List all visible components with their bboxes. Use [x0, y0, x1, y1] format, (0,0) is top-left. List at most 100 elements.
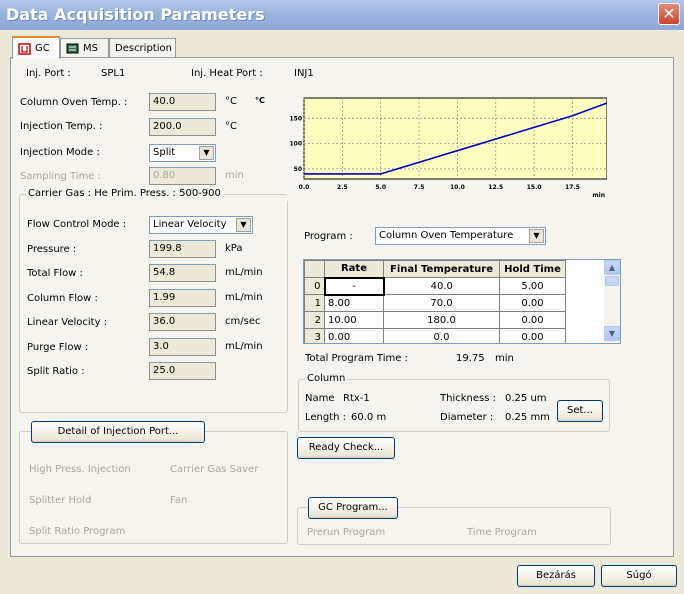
hold-time-cell[interactable]: 0.00: [499, 294, 566, 312]
column-flow-label: Column Flow :: [27, 293, 98, 304]
hold-time-cell[interactable]: 0.00: [499, 311, 566, 329]
table-row[interactable]: 3 0.00 0.0 0.00: [304, 328, 566, 343]
column-flow-field[interactable]: 1.99: [149, 289, 216, 307]
dialog-client: GC MS Description Inj. Port : SPL1 Inj. …: [4, 30, 680, 590]
chevron-down-icon[interactable]: ▼: [236, 218, 251, 232]
table-row[interactable]: 0 - 40.0 5.00: [304, 276, 566, 296]
rate-cell[interactable]: 8.00: [324, 294, 384, 312]
tab-ms-label: MS: [83, 43, 98, 54]
fan-option[interactable]: Fan: [170, 495, 187, 506]
linear-velocity-field[interactable]: 36.0: [149, 313, 216, 331]
injection-mode-value: Split: [153, 147, 176, 158]
carrier-gas-group-label: Carrier Gas : He Prim. Press. : 500-900: [26, 188, 223, 199]
purge-flow-unit: mL/min: [225, 341, 263, 352]
column-group: Column Name Rtx-1 Length : 60.0 m Thickn…: [298, 373, 610, 432]
column-oven-temp-unit: °C: [225, 96, 237, 107]
tab-gc[interactable]: GC: [12, 36, 60, 59]
row-number: 3: [304, 328, 325, 343]
inj-heat-port-label: Inj. Heat Port :: [191, 68, 263, 79]
total-flow-unit: mL/min: [225, 267, 263, 278]
splitter-hold-option[interactable]: Splitter Hold: [29, 495, 91, 506]
split-ratio-program-option[interactable]: Split Ratio Program: [29, 526, 125, 537]
chart-x-tick-label: 7.5: [414, 184, 425, 191]
table-row[interactable]: 1 8.00 70.0 0.00: [304, 294, 566, 312]
column-oven-temp-field[interactable]: 40.0: [149, 93, 216, 111]
hold-time-cell[interactable]: 5.00: [499, 277, 566, 295]
high-press-injection-option[interactable]: High Press. Injection: [29, 464, 131, 475]
total-program-time-value: 19.75: [456, 353, 485, 364]
detail-injection-port-button[interactable]: Detail of Injection Port...: [31, 421, 205, 443]
rate-cell[interactable]: -: [323, 276, 385, 296]
injection-temp-unit: °C: [225, 121, 237, 132]
scroll-down-icon[interactable]: ▼: [604, 326, 620, 341]
injection-temp-field[interactable]: 200.0: [149, 118, 216, 136]
rate-cell[interactable]: 0.00: [324, 328, 384, 343]
tab-description[interactable]: Description: [109, 38, 176, 58]
program-label: Program :: [304, 231, 353, 242]
table-header-cell: Final Temperature: [383, 260, 500, 278]
scroll-up-icon[interactable]: ▲: [604, 260, 620, 275]
tab-description-label: Description: [115, 43, 172, 54]
table-header-cell: Rate: [324, 260, 384, 278]
flow-control-mode-select[interactable]: Linear Velocity ▼: [149, 216, 253, 234]
final-temperature-cell[interactable]: 180.0: [383, 311, 500, 329]
chart-x-tick-label: 15.0: [527, 184, 542, 191]
chart-y-tick-label: 50: [294, 166, 302, 173]
help-button[interactable]: Súgó: [601, 565, 677, 587]
chart-y-tick-label: 150: [289, 115, 302, 122]
close-dialog-button[interactable]: Bezárás: [517, 565, 595, 587]
final-temperature-cell[interactable]: 0.0: [383, 328, 500, 343]
final-temperature-cell[interactable]: 40.0: [383, 277, 500, 295]
injection-port-group: Detail of Injection Port... High Press. …: [19, 421, 288, 544]
table-header-cell: [304, 260, 325, 278]
linear-velocity-label: Linear Velocity :: [27, 317, 108, 328]
table-scrollbar[interactable]: ▲ ▼: [604, 260, 620, 343]
gc-program-group: GC Program... Prerun Program Time Progra…: [297, 497, 611, 545]
prerun-program-option[interactable]: Prerun Program: [307, 527, 385, 538]
window-title: Data Acquisition Parameters: [6, 5, 265, 24]
program-table-container: Rate Final Temperature Hold Time 0 - 40.…: [303, 259, 621, 344]
hold-time-cell[interactable]: 0.00: [499, 328, 566, 343]
column-oven-temp-label: Column Oven Temp. :: [20, 97, 128, 108]
gc-program-button[interactable]: GC Program...: [308, 497, 398, 519]
column-thickness-value: 0.25 um: [505, 393, 547, 404]
final-temperature-cell[interactable]: 70.0: [383, 294, 500, 312]
column-set-button[interactable]: Set...: [557, 400, 603, 422]
purge-flow-label: Purge Flow :: [27, 342, 89, 353]
chart-y-unit: °C: [255, 96, 265, 105]
split-ratio-field[interactable]: 25.0: [149, 362, 216, 380]
sampling-time-field[interactable]: 0.80: [149, 167, 216, 185]
tab-gc-label: GC: [35, 43, 50, 54]
split-ratio-label: Split Ratio :: [27, 366, 85, 377]
inj-port-value: SPL1: [101, 68, 126, 79]
chart-x-tick-label: 12.5: [488, 184, 503, 191]
chart-plot-area: [303, 97, 607, 180]
total-flow-field[interactable]: 54.8: [149, 264, 216, 282]
sampling-time-unit: min: [225, 170, 244, 181]
title-bar: Data Acquisition Parameters ✕: [0, 0, 684, 30]
injection-mode-select[interactable]: Split ▼: [149, 144, 216, 162]
carrier-gas-saver-option[interactable]: Carrier Gas Saver: [170, 464, 258, 475]
program-select[interactable]: Column Oven Temperature ▼: [375, 227, 546, 245]
injection-mode-label: Injection Mode :: [20, 147, 100, 158]
scroll-thumb[interactable]: [605, 276, 619, 286]
chart-x-tick-label: 2.5: [337, 184, 348, 191]
close-button[interactable]: ✕: [658, 3, 680, 25]
rate-cell[interactable]: 10.00: [324, 311, 384, 329]
ms-instrument-icon: [66, 43, 79, 54]
tab-ms[interactable]: MS: [60, 38, 109, 58]
carrier-gas-group: Carrier Gas : He Prim. Press. : 500-900 …: [19, 188, 288, 413]
column-name-value: Rtx-1: [343, 393, 370, 404]
purge-flow-field[interactable]: 3.0: [149, 338, 216, 356]
chevron-down-icon[interactable]: ▼: [529, 229, 544, 243]
flow-control-mode-label: Flow Control Mode :: [27, 219, 127, 230]
row-number: 1: [304, 294, 325, 312]
column-length-value: 60.0 m: [351, 412, 387, 423]
total-program-time-label: Total Program Time :: [305, 353, 408, 364]
time-program-option[interactable]: Time Program: [467, 527, 537, 538]
table-row[interactable]: 2 10.00 180.0 0.00: [304, 311, 566, 329]
pressure-field[interactable]: 199.8: [149, 240, 216, 258]
chevron-down-icon[interactable]: ▼: [199, 146, 214, 160]
total-flow-label: Total Flow :: [27, 268, 83, 279]
ready-check-button[interactable]: Ready Check...: [297, 437, 395, 459]
